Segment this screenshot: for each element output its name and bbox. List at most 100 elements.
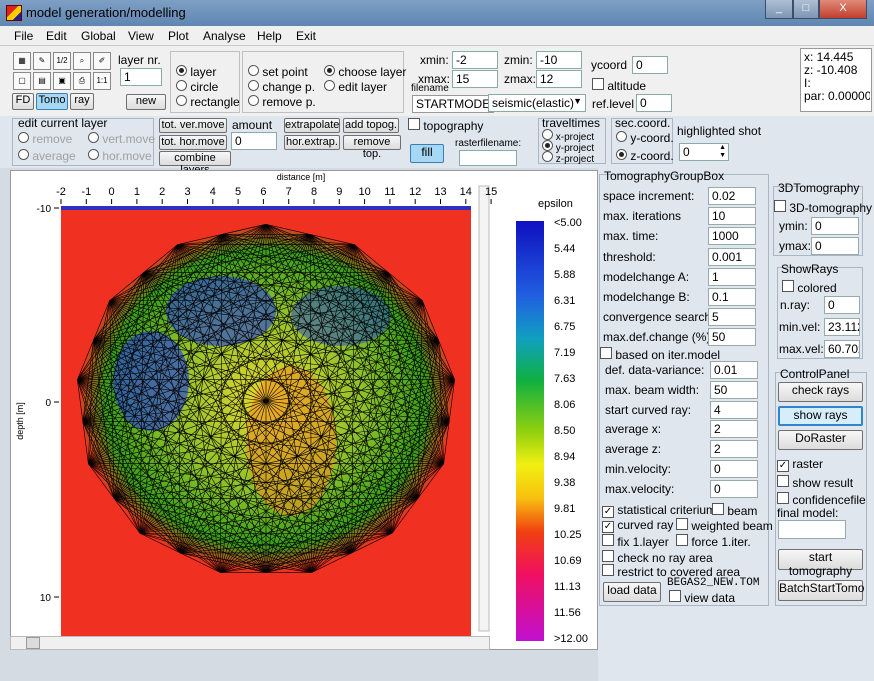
radio-remove-point[interactable]: remove p. — [248, 95, 316, 109]
menu-global[interactable]: Global — [81, 29, 116, 43]
amount-input[interactable]: 0 — [231, 132, 277, 150]
tomo-field2-input[interactable]: 50 — [710, 380, 758, 399]
tomo-field2-input[interactable]: 0 — [710, 460, 758, 478]
tomo-field-input[interactable]: 1 — [708, 267, 756, 286]
rasterfilename-input[interactable] — [459, 150, 517, 166]
load-data-button[interactable]: load data — [603, 582, 661, 602]
radio-average[interactable]: average — [18, 149, 76, 163]
half-scale-button[interactable]: 1/2 — [53, 52, 71, 70]
nray-input[interactable]: 0 — [824, 296, 860, 314]
tot-ver-move-button[interactable]: tot. ver.move — [159, 118, 227, 133]
radio-rectangle[interactable]: rectangle — [176, 95, 240, 109]
hscroll-thumb[interactable] — [26, 637, 40, 649]
radio-z-project[interactable]: z-project — [542, 151, 594, 165]
tot-hor-move-button[interactable]: tot. hor.move — [159, 135, 227, 150]
startmode-select[interactable]: seismic(elastic) ▼ — [488, 94, 586, 112]
ymax-input[interactable]: 0 — [811, 237, 859, 255]
tomo-field2-input[interactable]: 2 — [710, 440, 758, 459]
radio-y-coord[interactable]: y-coord. — [616, 131, 674, 145]
maximize-button[interactable]: □ — [793, 0, 819, 19]
topography-checkbox[interactable]: topography — [408, 118, 483, 133]
tomo-checkbox[interactable]: ✓ statistical criterium — [602, 503, 716, 518]
open-file-icon[interactable]: ▤ — [33, 72, 51, 90]
confidencefile-checkbox[interactable]: confidencefile — [777, 492, 866, 507]
combine-layers-button[interactable]: combine layers — [159, 151, 231, 176]
menu-file[interactable]: File — [14, 29, 33, 43]
remove-top-button[interactable]: remove top. — [343, 135, 401, 160]
radio-z-coord[interactable]: z-coord. — [616, 149, 674, 163]
colored-checkbox[interactable]: colored — [782, 280, 837, 295]
plot-vscroll[interactable] — [478, 185, 490, 632]
menu-exit[interactable]: Exit — [296, 29, 316, 43]
hor-extrap-button[interactable]: hor.extrap. — [284, 135, 340, 150]
raster-checkbox[interactable]: ✓ raster — [777, 457, 823, 472]
close-button[interactable]: X — [819, 0, 867, 19]
final-model-input[interactable] — [778, 520, 846, 539]
edit-tool-icon[interactable]: ✎ — [33, 52, 51, 70]
radio-remove[interactable]: remove — [18, 132, 72, 146]
start-tomography-button[interactable]: start tomography — [778, 549, 863, 578]
menu-help[interactable]: Help — [257, 29, 282, 43]
menu-view[interactable]: View — [128, 29, 154, 43]
plot-area[interactable]: distance [m] -2 -1 0 1 2 3 4 5 6 7 8 9 10 11 12 13 14 15 … — [10, 170, 598, 650]
tomo3d-checkbox[interactable]: 3D-tomography — [774, 200, 872, 215]
altitude-checkbox[interactable]: altitude — [592, 78, 646, 93]
show-result-checkbox[interactable]: show result — [777, 475, 853, 490]
tomo-button[interactable]: Tomo — [36, 93, 68, 110]
minvel-input[interactable]: 23.112 — [824, 318, 860, 336]
new-file-icon[interactable]: ▢ — [13, 72, 31, 90]
highlighted-shot-stepper[interactable]: 0 ▲ ▼ — [679, 143, 729, 161]
menu-plot[interactable]: Plot — [168, 29, 189, 43]
radio-set-point[interactable]: set point — [248, 65, 308, 79]
tomo-field2-input[interactable]: 0.01 — [710, 361, 758, 379]
tomo-field-input[interactable]: 0.001 — [708, 247, 756, 266]
doraster-button[interactable]: DoRaster — [778, 430, 863, 450]
new-layer-button[interactable]: new — [126, 94, 166, 110]
plot-hscroll[interactable] — [10, 636, 490, 650]
radio-change-point[interactable]: change p. — [248, 80, 315, 94]
layer-nr-stepper[interactable]: 1 — [120, 68, 162, 86]
minimize-button[interactable]: _ — [765, 0, 793, 19]
ray-button[interactable]: ray — [70, 93, 94, 110]
maxvel-input[interactable]: 60.702 — [824, 340, 860, 358]
tomo-field-input[interactable]: 0.1 — [708, 288, 756, 306]
tomo-field-input[interactable]: 50 — [708, 328, 756, 347]
ycoord-input[interactable]: 0 — [632, 56, 668, 74]
tomo-field2-input[interactable]: 2 — [710, 420, 758, 439]
check-rays-button[interactable]: check rays — [778, 382, 863, 402]
radio-circle[interactable]: circle — [176, 80, 218, 94]
tomo-checkbox[interactable]: weighted beam — [676, 518, 773, 533]
view-data-checkbox[interactable]: view data — [669, 590, 735, 605]
full-scale-button[interactable]: 1:1 — [93, 72, 111, 90]
tomo-checkbox[interactable]: ✓ curved ray — [602, 518, 673, 533]
tomo-field2-input[interactable]: 0 — [710, 479, 758, 498]
menu-analyse[interactable]: Analyse — [203, 29, 246, 43]
extrapolate-button[interactable]: extrapolate — [284, 118, 340, 133]
add-topog-button[interactable]: add topog. — [343, 118, 399, 133]
fill-button[interactable]: fill — [410, 144, 444, 163]
tomo-field-input[interactable]: 5 — [708, 308, 756, 327]
save-icon[interactable]: ▣ — [53, 72, 71, 90]
radio-vert-move[interactable]: vert.move — [88, 132, 155, 146]
xmax-input[interactable]: 15 — [452, 70, 498, 88]
show-rays-button[interactable]: show rays — [778, 406, 863, 426]
ymin-input[interactable]: 0 — [811, 217, 859, 235]
tomo-field2-input[interactable]: 4 — [710, 400, 758, 419]
print-icon[interactable]: ⎙ — [73, 72, 91, 90]
zmax-input[interactable]: 12 — [536, 70, 582, 88]
select-tool-icon[interactable]: ▦ — [13, 52, 31, 70]
pen-icon[interactable]: ✐ — [93, 52, 111, 70]
tomo-checkbox[interactable]: fix 1.layer — [602, 534, 669, 549]
radio-choose-layer[interactable]: choose layer — [324, 65, 406, 79]
fd-button[interactable]: FD — [12, 93, 34, 110]
tomo-checkbox[interactable]: check no ray area — [602, 550, 713, 565]
xmin-input[interactable]: -2 — [452, 51, 498, 69]
batch-start-tomo-button[interactable]: BatchStartTomo — [778, 580, 864, 601]
tomo-checkbox[interactable]: force 1.iter. — [676, 534, 751, 549]
reflevel-input[interactable]: 0 — [636, 94, 672, 112]
zoom-icon[interactable]: ⌕ — [73, 52, 91, 70]
radio-hor-move[interactable]: hor.move — [88, 149, 152, 163]
based-on-iter-checkbox[interactable]: based on iter.model — [600, 347, 720, 362]
radio-edit-layer[interactable]: edit layer — [324, 80, 387, 94]
radio-layer[interactable]: layer — [176, 65, 216, 79]
